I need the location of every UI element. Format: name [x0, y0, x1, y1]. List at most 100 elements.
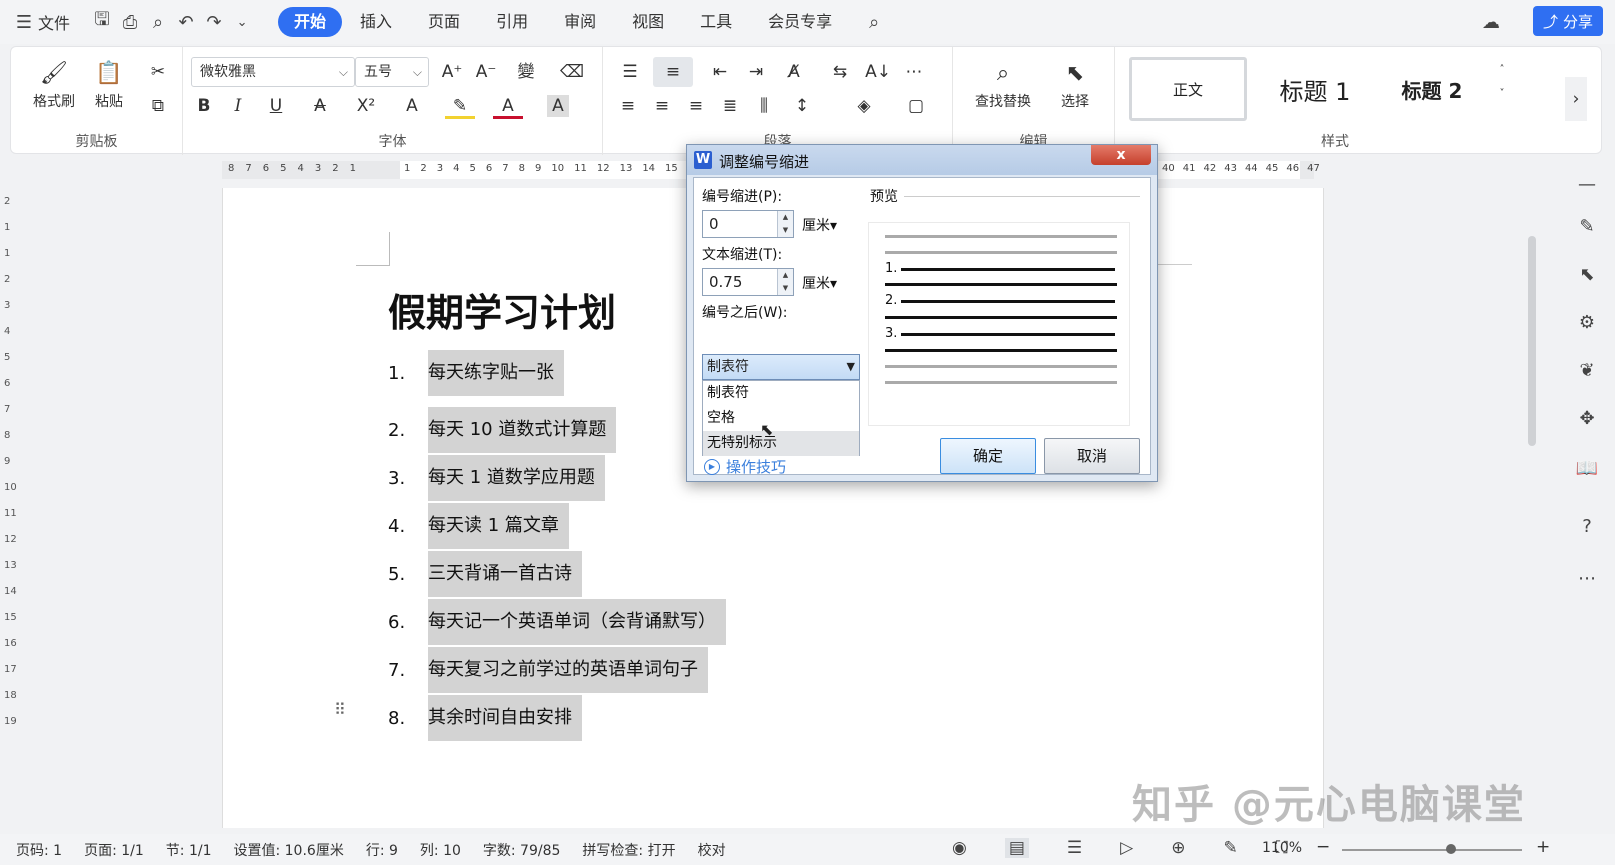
numbered-list-icon[interactable]: ≡ [653, 57, 693, 87]
grow-font-icon[interactable]: A⁺ [439, 59, 465, 85]
ribbon-scroll-right-icon[interactable]: › [1565, 77, 1587, 121]
select-button[interactable]: ⬉ 选择 [1051, 57, 1099, 111]
status-col[interactable]: 列: 10 [420, 840, 461, 860]
align-left-icon[interactable]: ≡ [615, 93, 641, 119]
web-view-icon[interactable]: ⊕ [1171, 838, 1185, 858]
italic-icon[interactable]: I [227, 93, 249, 119]
status-word-count[interactable]: 字数: 79/85 [483, 840, 561, 860]
justify-icon[interactable]: ≣ [717, 93, 743, 119]
pen-icon[interactable]: ✎ [1574, 214, 1600, 240]
bold-icon[interactable]: B [193, 93, 215, 119]
distribute-icon[interactable]: ⫼ [751, 93, 777, 119]
follow-number-select[interactable]: 制表符 ▼ [702, 354, 860, 380]
tab-home[interactable]: 开始 [278, 7, 343, 37]
cursor-icon[interactable]: ⬉ [1574, 262, 1600, 288]
status-setting[interactable]: 设置值: 10.6厘米 [233, 840, 343, 860]
border-icon[interactable]: ▢ [899, 93, 933, 119]
close-button[interactable]: x [1091, 145, 1151, 165]
leaf-icon[interactable]: ❦ [1574, 358, 1600, 384]
number-indent-spinner[interactable]: ▲ ▼ [777, 211, 793, 237]
undo-icon[interactable]: ↶ [172, 8, 200, 36]
save-icon[interactable]: 🖫 [88, 8, 116, 36]
vertical-ruler[interactable]: 2 1 1 2 3 4 5 6 7 8 9 10 11 12 13 14 15 … [0, 186, 20, 826]
style-heading2[interactable]: 标题 2 [1377, 57, 1487, 121]
dropdown-option-nothing[interactable]: 无特别标示 [703, 431, 859, 456]
book-search-icon[interactable]: 📖 [1574, 456, 1600, 482]
zoom-slider-handle[interactable] [1446, 844, 1456, 854]
file-menu[interactable]: 文件 [38, 10, 70, 34]
tab-page[interactable]: 页面 [410, 7, 478, 37]
status-section[interactable]: 节: 1/1 [166, 840, 212, 860]
paste-button[interactable]: 📋 粘贴 [89, 57, 129, 111]
bullet-list-icon[interactable]: ☰ [615, 59, 645, 85]
more-icon[interactable]: ⋯ [1574, 566, 1600, 592]
increase-indent-icon[interactable]: ⇥ [743, 59, 769, 85]
shading-icon[interactable]: ◈ [847, 93, 881, 119]
list-text[interactable]: 每天读 1 篇文章 [428, 503, 569, 549]
ok-button[interactable]: 确定 [940, 438, 1036, 474]
superscript-icon[interactable]: X² [349, 93, 383, 119]
tab-references[interactable]: 引用 [478, 7, 546, 37]
sliders-icon[interactable]: ⚙ [1574, 310, 1600, 336]
text-direction-icon[interactable]: A̸ [779, 59, 809, 85]
drag-handle-icon[interactable]: ⠿ [334, 700, 346, 719]
list-item[interactable]: 1. 每天练字贴一张 [388, 350, 564, 396]
find-replace-button[interactable]: ⌕ 查找替换 [965, 57, 1041, 111]
font-size-select[interactable]: 五号 ⌵ [355, 57, 429, 87]
pen-mode-icon[interactable]: ✎ [1223, 838, 1237, 858]
print-icon[interactable]: ⎙ [116, 8, 144, 36]
zoom-out-icon[interactable]: − [1316, 837, 1330, 857]
help-icon[interactable]: ? [1574, 514, 1600, 540]
list-item[interactable]: 2. 每天 10 道数式计算题 [388, 407, 617, 453]
dropdown-option-tab[interactable]: 制表符 [703, 381, 859, 406]
text-effect-icon[interactable]: A [397, 93, 427, 119]
tab-view[interactable]: 视图 [614, 7, 682, 37]
tab-member[interactable]: 会员专享 [750, 7, 850, 37]
format-painter-button[interactable]: 🖌 格式刷 [29, 57, 79, 111]
list-text[interactable]: 每天复习之前学过的英语单词句子 [428, 647, 708, 693]
text-indent-input[interactable]: 0.75 ▲ ▼ [702, 268, 794, 296]
list-item[interactable]: 6. 每天记一个英语单词（会背诵默写） [388, 599, 726, 645]
tab-insert[interactable]: 插入 [342, 7, 410, 37]
number-indent-unit-select[interactable]: 厘米▾ [802, 215, 837, 235]
document-title[interactable]: 假期学习计划 [388, 282, 616, 337]
cloud-icon[interactable]: ☁ [1477, 8, 1505, 36]
status-pages[interactable]: 页面: 1/1 [84, 840, 144, 860]
search-icon[interactable]: ⌕ [860, 8, 888, 36]
outline-view-icon[interactable]: ☰ [1067, 838, 1082, 858]
dialog-titlebar[interactable]: W 调整编号缩进 x [687, 145, 1157, 175]
share-button[interactable]: ⤴ 分享 [1532, 6, 1603, 36]
zoom-level[interactable]: 110% [1262, 840, 1302, 856]
redo-icon[interactable]: ↷ [200, 8, 228, 36]
tools-icon[interactable]: ✥ [1574, 406, 1600, 432]
line-spacing-icon[interactable]: ↕ [785, 93, 819, 119]
list-text[interactable]: 每天练字贴一张 [428, 350, 564, 396]
list-item[interactable]: 4. 每天读 1 篇文章 [388, 503, 569, 549]
text-indent-unit-select[interactable]: 厘米▾ [802, 273, 837, 293]
phonetic-guide-icon[interactable]: 變 [509, 59, 543, 85]
dropdown-option-space[interactable]: 空格 [703, 406, 859, 431]
underline-icon[interactable]: U [261, 93, 291, 119]
more-chevron-icon[interactable]: ⌄ [228, 8, 256, 36]
styles-scroll-down-icon[interactable]: ˅ [1495, 81, 1509, 107]
status-row[interactable]: 行: 9 [366, 840, 398, 860]
list-item[interactable]: 5. 三天背诵一首古诗 [388, 551, 582, 597]
eye-icon[interactable]: ◉ [952, 838, 967, 858]
status-proofread[interactable]: 校对 [698, 840, 726, 860]
shrink-font-icon[interactable]: A⁻ [473, 59, 499, 85]
cancel-button[interactable]: 取消 [1044, 438, 1140, 474]
styles-scroll-up-icon[interactable]: ˄ [1495, 57, 1509, 83]
style-heading1[interactable]: 标题 1 [1253, 57, 1377, 121]
list-item[interactable]: 7. 每天复习之前学过的英语单词句子 [388, 647, 708, 693]
print-preview-icon[interactable]: ⌕ [144, 8, 172, 36]
page-view-icon[interactable]: ▤ [1004, 838, 1029, 858]
tab-review[interactable]: 审阅 [546, 7, 614, 37]
highlight-icon[interactable]: ✎ [445, 93, 475, 119]
list-text[interactable]: 其余时间自由安排 [428, 695, 582, 741]
sort-icon[interactable]: A↓ [865, 59, 891, 85]
copy-icon[interactable]: ⧉ [145, 93, 171, 119]
vertical-scrollbar[interactable] [1528, 236, 1536, 446]
list-text[interactable]: 每天 1 道数学应用题 [428, 455, 605, 501]
list-text[interactable]: 每天记一个英语单词（会背诵默写） [428, 599, 726, 645]
list-item[interactable]: 8. 其余时间自由安排 [388, 695, 582, 741]
